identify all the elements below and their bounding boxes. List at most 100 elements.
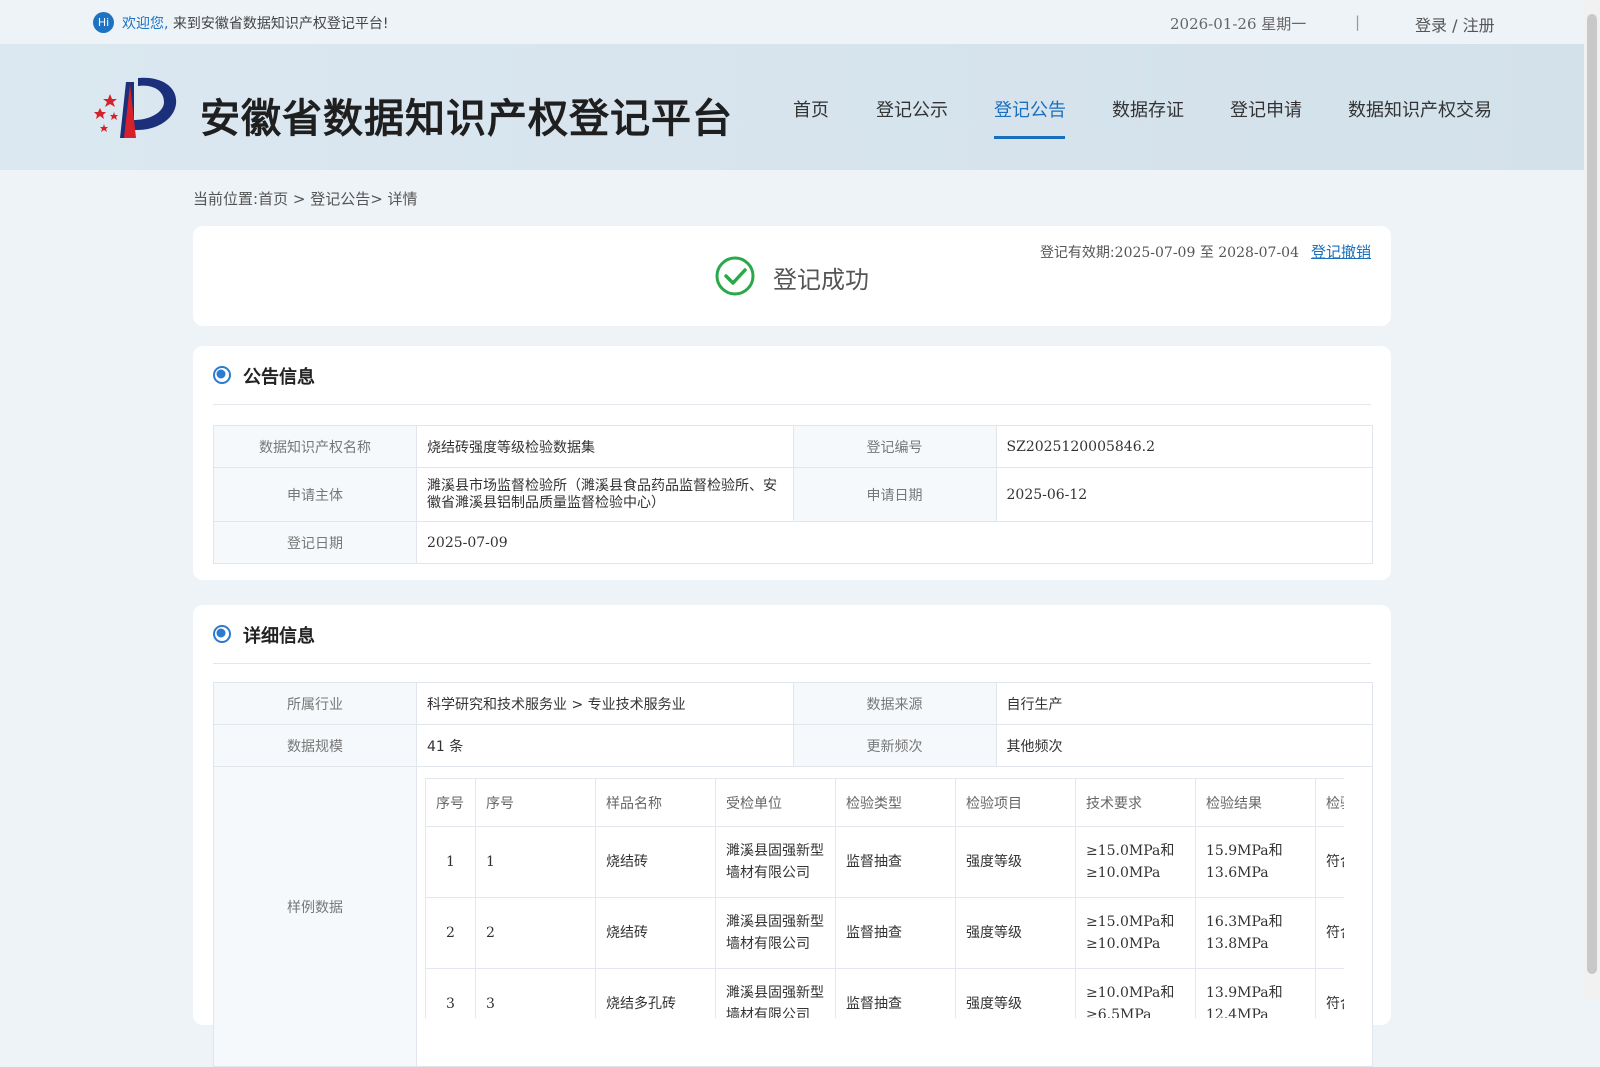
breadcrumb-sep: > <box>370 190 388 208</box>
table-row: 数据知识产权名称 烧结砖强度等级检验数据集 登记编号 SZ20251200058… <box>213 425 1373 468</box>
platform-logo-icon[interactable] <box>90 72 180 142</box>
table-cell: 濉溪县固强新型墙材有限公司 <box>715 826 836 898</box>
field-label: 申请日期 <box>792 467 997 522</box>
section-bullet-icon <box>213 625 231 643</box>
section-header: 详细信息 <box>213 621 1371 664</box>
table-cell: ≥15.0MPa和≥10.0MPa <box>1075 897 1196 969</box>
table-cell: 2 <box>425 897 476 969</box>
table-cell: 烧结砖 <box>595 826 716 898</box>
table-cell: 监督抽查 <box>835 826 956 898</box>
welcome-rest: 来到安徽省数据知识产权登记平台! <box>172 16 389 32</box>
column-header: 检验项目 <box>955 778 1076 827</box>
revoke-registration-link[interactable]: 登记撤销 <box>1311 241 1371 262</box>
announcement-table: 数据知识产权名称 烧结砖强度等级检验数据集 登记编号 SZ20251200058… <box>213 425 1373 564</box>
active-nav-indicator <box>994 136 1065 139</box>
topbar-separator: | <box>1355 13 1361 31</box>
ip-name-value: 烧结砖强度等级检验数据集 <box>416 425 794 468</box>
welcome-message: 欢迎您, 来到安徽省数据知识产权登记平台! <box>122 13 389 33</box>
application-date-value: 2025-06-12 <box>995 467 1373 522</box>
applicant-value: 濉溪县市场监督检验所（濉溪县食品药品监督检验所、安徽省濉溪县铝制品质量监督检验中… <box>416 467 794 522</box>
validity-label: 登记有效期: <box>1039 245 1115 261</box>
table-cell: 烧结多孔砖 <box>595 968 716 1018</box>
table-cell: 1 <box>475 826 596 898</box>
table-row: 数据规模 41 条 更新频次 其他频次 <box>213 724 1373 767</box>
site-title: 安徽省数据知识产权登记平台 <box>200 96 733 142</box>
field-label: 数据知识产权名称 <box>213 425 417 468</box>
table-cell: ≥10.0MPa和≥6.5MPa <box>1075 968 1196 1018</box>
breadcrumb-home[interactable]: 首页 <box>258 190 288 208</box>
table-cell: 监督抽查 <box>835 968 956 1018</box>
section-title: 公告信息 <box>243 367 315 388</box>
breadcrumb: 当前位置:首页 > 登记公告> 详情 <box>193 188 418 209</box>
column-header: 样品名称 <box>595 778 716 827</box>
login-register-link[interactable]: 登录 / 注册 <box>1415 12 1495 36</box>
column-header: 检验结论 <box>1315 778 1344 827</box>
nav-registration-publicity[interactable]: 登记公示 <box>876 96 948 122</box>
field-label: 申请主体 <box>213 467 417 522</box>
breadcrumb-sep: > <box>288 190 311 208</box>
breadcrumb-parent[interactable]: 登记公告 <box>310 190 370 208</box>
table-row: 申请主体 濉溪县市场监督检验所（濉溪县食品药品监督检验所、安徽省濉溪县铝制品质量… <box>213 467 1373 522</box>
table-cell: 15.9MPa和13.6MPa <box>1195 826 1316 898</box>
registration-date-value: 2025-07-09 <box>416 521 1373 564</box>
table-cell: 符合 <box>1315 826 1344 898</box>
table-cell: 强度等级 <box>955 968 1076 1018</box>
nav-registration-apply[interactable]: 登记申请 <box>1230 96 1302 122</box>
sample-data-scroll[interactable]: 序号 序号 样品名称 受检单位 检验类型 检验项目 技术要求 检验结果 检验结论… <box>425 778 1344 1018</box>
column-header: 序号 <box>425 778 476 827</box>
table-cell: 烧结砖 <box>595 897 716 969</box>
table-cell: 强度等级 <box>955 826 1076 898</box>
announcement-section: 公告信息 数据知识产权名称 烧结砖强度等级检验数据集 登记编号 SZ202512… <box>193 346 1391 580</box>
validity-period: 登记有效期:2025-07-09 至 2028-07-04 <box>1040 242 1299 262</box>
table-cell: 3 <box>475 968 596 1018</box>
column-header: 检验结果 <box>1195 778 1316 827</box>
table-row: 2 2 烧结砖 濉溪县固强新型墙材有限公司 监督抽查 强度等级 ≥15.0MPa… <box>425 897 1344 969</box>
data-source-value: 自行生产 <box>995 682 1373 725</box>
field-label: 数据来源 <box>792 682 997 725</box>
nav-registration-announcement[interactable]: 登记公告 <box>994 96 1066 122</box>
table-cell: 2 <box>475 897 596 969</box>
table-cell: 强度等级 <box>955 897 1076 969</box>
page-scrollbar[interactable] <box>1584 0 1600 1000</box>
column-header: 受检单位 <box>715 778 836 827</box>
field-label: 更新频次 <box>792 724 997 767</box>
nav-data-evidence[interactable]: 数据存证 <box>1112 96 1184 122</box>
field-label: 登记编号 <box>792 425 997 468</box>
update-frequency-value: 其他频次 <box>995 724 1373 767</box>
table-cell: 濉溪县固强新型墙材有限公司 <box>715 897 836 969</box>
section-header: 公告信息 <box>213 362 1371 405</box>
top-bar: Hi 欢迎您, 来到安徽省数据知识产权登记平台! 2026-01-26 星期一 … <box>0 0 1584 44</box>
field-label: 登记日期 <box>213 521 417 564</box>
section-title: 详细信息 <box>243 626 315 647</box>
validity-dates: 2025-07-09 至 2028-07-04 <box>1114 245 1299 261</box>
scrollbar-thumb[interactable] <box>1587 14 1597 974</box>
table-cell: 濉溪县固强新型墙材有限公司 <box>715 968 836 1018</box>
sample-header-row: 序号 序号 样品名称 受检单位 检验类型 检验项目 技术要求 检验结果 检验结论 <box>425 778 1344 827</box>
table-row: 所属行业 科学研究和技术服务业 > 专业技术服务业 数据来源 自行生产 <box>213 682 1373 725</box>
field-label: 所属行业 <box>213 682 417 725</box>
table-row: 3 3 烧结多孔砖 濉溪县固强新型墙材有限公司 监督抽查 强度等级 ≥10.0M… <box>425 968 1344 1018</box>
field-label: 样例数据 <box>213 766 417 1067</box>
table-cell: 符合 <box>1315 968 1344 1018</box>
data-scale-value: 41 条 <box>416 724 794 767</box>
table-row: 1 1 烧结砖 濉溪县固强新型墙材有限公司 监督抽查 强度等级 ≥15.0MPa… <box>425 826 1344 898</box>
column-header: 检验类型 <box>835 778 956 827</box>
breadcrumb-current: 详情 <box>387 190 418 208</box>
success-check-icon <box>715 256 755 296</box>
welcome-strong: 欢迎您, <box>122 16 169 32</box>
table-cell: 监督抽查 <box>835 897 956 969</box>
registration-status-card: 登记有效期:2025-07-09 至 2028-07-04 登记撤销 登记成功 <box>193 226 1391 326</box>
nav-ip-trading[interactable]: 数据知识产权交易 <box>1348 96 1492 122</box>
registration-number-value: SZ2025120005846.2 <box>995 425 1373 468</box>
table-cell: 16.3MPa和13.8MPa <box>1195 897 1316 969</box>
current-date: 2026-01-26 星期一 <box>1170 15 1307 33</box>
column-header: 技术要求 <box>1075 778 1196 827</box>
table-row: 登记日期 2025-07-09 <box>213 521 1373 564</box>
sample-data-table: 序号 序号 样品名称 受检单位 检验类型 检验项目 技术要求 检验结果 检验结论… <box>425 778 1344 1018</box>
site-header: 安徽省数据知识产权登记平台 首页 登记公示 登记公告 数据存证 登记申请 数据知… <box>0 44 1584 170</box>
nav-home[interactable]: 首页 <box>793 96 829 122</box>
breadcrumb-prefix: 当前位置: <box>193 190 259 208</box>
field-label: 数据规模 <box>213 724 417 767</box>
column-header: 序号 <box>475 778 596 827</box>
registration-result: 登记成功 <box>773 266 869 294</box>
